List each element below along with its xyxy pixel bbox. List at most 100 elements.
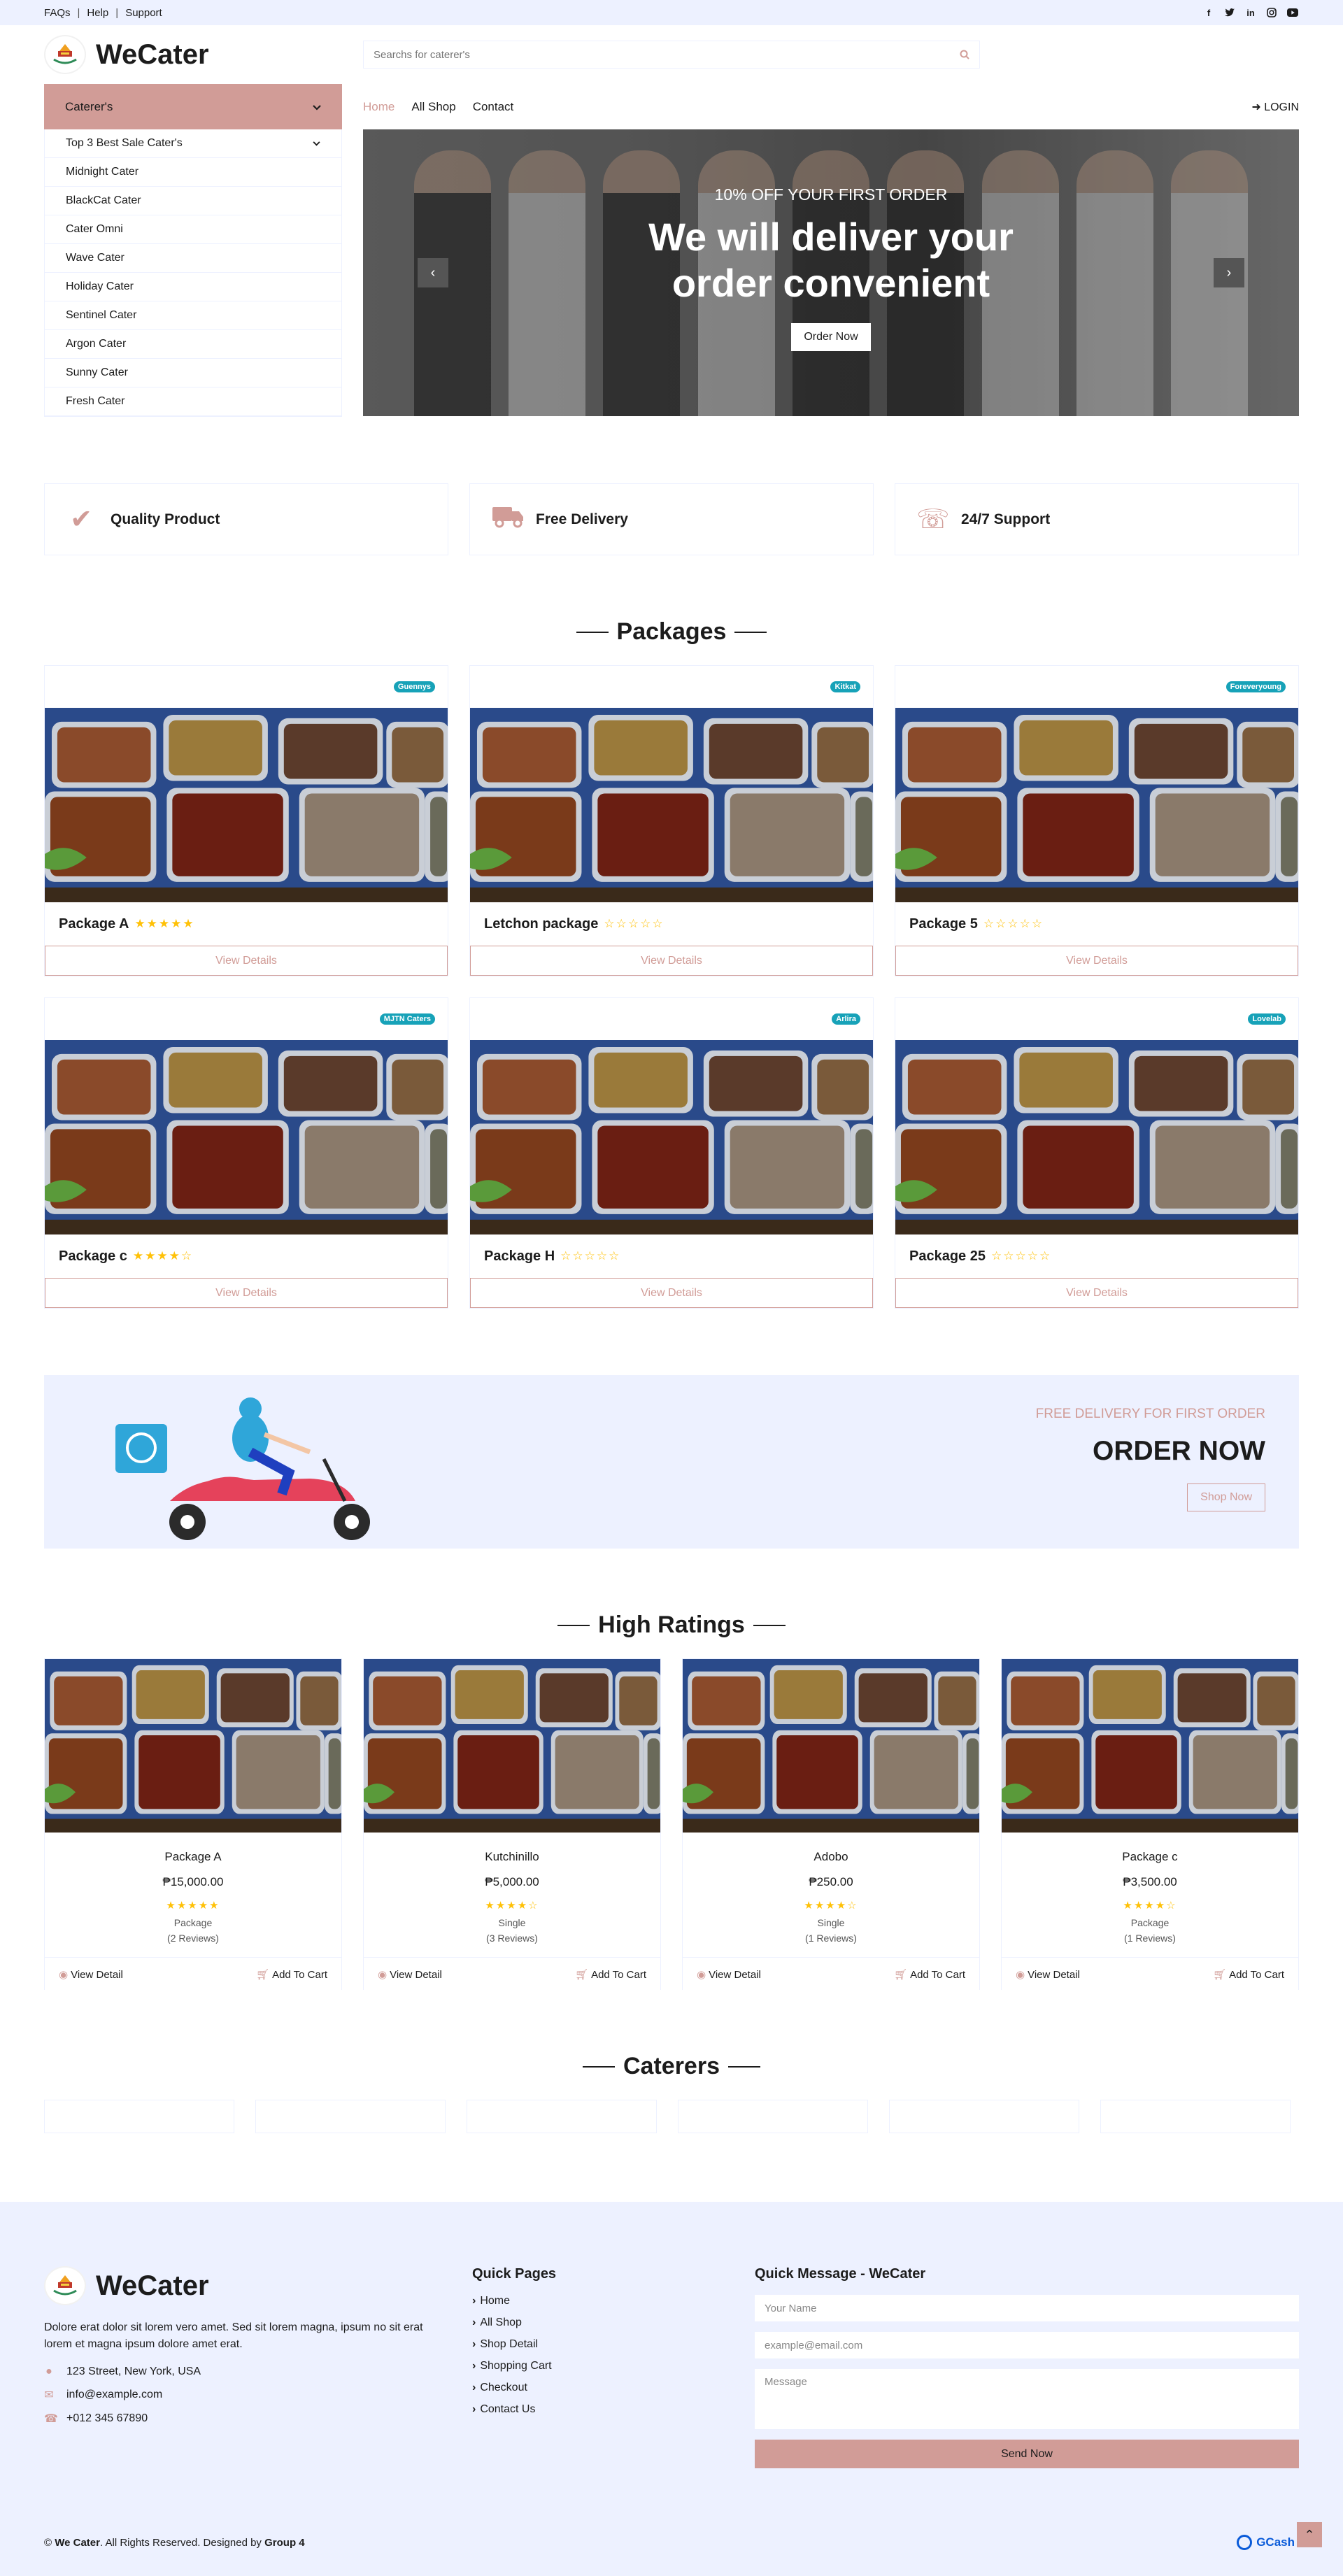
nav-all-shop[interactable]: All Shop bbox=[411, 100, 455, 114]
youtube-icon[interactable] bbox=[1286, 6, 1299, 19]
package-image[interactable] bbox=[45, 707, 448, 903]
star-rating: ★★★★★ bbox=[166, 1900, 220, 1912]
instagram-icon[interactable] bbox=[1265, 6, 1278, 19]
sidebar-item-label: Top 3 Best Sale Cater's bbox=[66, 137, 183, 149]
product-image[interactable] bbox=[45, 1659, 341, 1833]
footer-phone: ☎ +012 345 67890 bbox=[44, 2412, 148, 2425]
message-field[interactable]: Message bbox=[755, 2369, 1299, 2429]
sidebar-item-omni[interactable]: Cater Omni bbox=[45, 215, 341, 244]
footer-brand[interactable]: WeCater bbox=[44, 2266, 472, 2305]
product-image[interactable] bbox=[1002, 1659, 1298, 1833]
footer-link[interactable]: › Shop Detail bbox=[472, 2338, 755, 2351]
carousel-next-icon[interactable]: › bbox=[1214, 258, 1244, 287]
sidebar-item-holiday[interactable]: Holiday Cater bbox=[45, 273, 341, 301]
sidebar-item-sunny[interactable]: Sunny Cater bbox=[45, 359, 341, 387]
carousel-prev-icon[interactable]: ‹ bbox=[418, 258, 448, 287]
caterer-logo-slot[interactable] bbox=[467, 2100, 657, 2133]
view-details-button[interactable]: View Details bbox=[45, 1278, 448, 1308]
brand[interactable]: WeCater bbox=[44, 35, 342, 74]
view-details-button[interactable]: View Details bbox=[45, 946, 448, 976]
package-image[interactable] bbox=[470, 707, 873, 903]
faqs-link[interactable]: FAQs bbox=[44, 7, 71, 19]
package-image[interactable] bbox=[895, 1039, 1298, 1235]
view-detail-button[interactable]: ◉ View Detail bbox=[1016, 1968, 1080, 1981]
footer-link[interactable]: › All Shop bbox=[472, 2317, 755, 2329]
footer-link[interactable]: › Shopping Cart bbox=[472, 2360, 755, 2372]
caterer-logo-slot[interactable] bbox=[889, 2100, 1079, 2133]
product-type: Single bbox=[498, 1917, 526, 1928]
product-actions: ◉ View Detail 🛒︎ Add To Cart bbox=[45, 1957, 341, 1991]
top-bar: FAQs | Help | Support f in bbox=[0, 0, 1343, 25]
add-to-cart-button[interactable]: 🛒︎ Add To Cart bbox=[1213, 1968, 1284, 1981]
package-image[interactable] bbox=[470, 1039, 873, 1235]
sidebar-item-wave[interactable]: Wave Cater bbox=[45, 244, 341, 273]
product-name: Package c bbox=[1122, 1850, 1178, 1863]
login-link[interactable]: ➜ LOGIN bbox=[1251, 100, 1299, 114]
caterer-badge: Lovelab bbox=[1248, 1013, 1286, 1025]
support-link[interactable]: Support bbox=[125, 7, 162, 19]
sidebar-item-argon[interactable]: Argon Cater bbox=[45, 330, 341, 359]
shop-now-button[interactable]: Shop Now bbox=[1187, 1483, 1265, 1511]
sidebar-item-fresh[interactable]: Fresh Cater bbox=[45, 387, 341, 416]
sidebar-item-midnight[interactable]: Midnight Cater bbox=[45, 158, 341, 187]
footer-link[interactable]: › Home bbox=[472, 2295, 755, 2307]
email-field[interactable]: example@email.com bbox=[755, 2332, 1299, 2358]
view-details-button[interactable]: View Details bbox=[895, 946, 1298, 976]
package-name: Package 5 bbox=[909, 916, 978, 932]
copyright: © We Cater. All Rights Reserved. Designe… bbox=[44, 2536, 305, 2549]
caterer-logo-slot[interactable] bbox=[255, 2100, 446, 2133]
add-to-cart-button[interactable]: 🛒︎ Add To Cart bbox=[894, 1968, 965, 1981]
back-to-top-icon[interactable]: ⌃ bbox=[1297, 2522, 1322, 2547]
product-image[interactable] bbox=[683, 1659, 979, 1833]
twitter-icon[interactable] bbox=[1223, 6, 1236, 19]
sidebar-item-top3[interactable]: Top 3 Best Sale Cater's bbox=[45, 129, 341, 158]
caterer-logo-slot[interactable] bbox=[678, 2100, 868, 2133]
search-input[interactable] bbox=[364, 48, 950, 61]
help-link[interactable]: Help bbox=[87, 7, 108, 19]
search-icon[interactable] bbox=[950, 41, 979, 68]
linkedin-icon[interactable]: in bbox=[1244, 6, 1257, 19]
add-to-cart-button[interactable]: 🛒︎ Add To Cart bbox=[575, 1968, 646, 1981]
product-card: Kutchinillo ₱5,000.00 ★★★★☆ Single (3 Review… bbox=[363, 1658, 661, 1991]
nav-home[interactable]: Home bbox=[363, 100, 395, 114]
order-now-button[interactable]: Order Now bbox=[791, 323, 871, 351]
hero-subtitle: 10% OFF YOUR FIRST ORDER bbox=[714, 185, 948, 204]
view-details-button[interactable]: View Details bbox=[895, 1278, 1298, 1308]
caterer-logo-slot[interactable] bbox=[1100, 2100, 1291, 2133]
sidebar-item-label: Holiday Cater bbox=[66, 280, 134, 292]
view-details-button[interactable]: View Details bbox=[470, 946, 873, 976]
product-image[interactable] bbox=[364, 1659, 660, 1833]
product-actions: ◉ View Detail 🛒︎ Add To Cart bbox=[683, 1957, 979, 1991]
view-detail-button[interactable]: ◉ View Detail bbox=[378, 1968, 442, 1981]
packages-title: Packages bbox=[44, 618, 1299, 646]
nav-contact[interactable]: Contact bbox=[473, 100, 514, 114]
review-count: (2 Reviews) bbox=[167, 1933, 219, 1944]
product-type: Package bbox=[1130, 1917, 1170, 1928]
view-details-button[interactable]: View Details bbox=[470, 1278, 873, 1308]
package-name: Letchon package bbox=[484, 916, 599, 932]
view-detail-button[interactable]: ◉ View Detail bbox=[697, 1968, 761, 1981]
view-detail-button[interactable]: ◉ View Detail bbox=[59, 1968, 123, 1981]
sidebar-item-sentinel[interactable]: Sentinel Cater bbox=[45, 301, 341, 330]
footer-about: WeCater Dolore erat dolor sit lorem vero… bbox=[44, 2266, 472, 2468]
package-image[interactable] bbox=[45, 1039, 448, 1235]
caterers-dropdown[interactable]: Caterer's bbox=[44, 84, 342, 129]
eye-icon: ◉ bbox=[59, 1968, 69, 1981]
add-to-cart-button[interactable]: 🛒︎ Add To Cart bbox=[256, 1968, 327, 1981]
caterer-logo-slot[interactable] bbox=[44, 2100, 234, 2133]
facebook-icon[interactable]: f bbox=[1202, 6, 1215, 19]
package-image[interactable] bbox=[895, 707, 1298, 903]
footer-link[interactable]: › Checkout bbox=[472, 2382, 755, 2394]
package-info: Package A ★★★★★ bbox=[45, 902, 448, 946]
sidebar-item-blackcat[interactable]: BlackCat Cater bbox=[45, 187, 341, 215]
footer-link[interactable]: › Contact Us bbox=[472, 2403, 755, 2416]
nav-hero: Caterer's Top 3 Best Sale Cater's Midnig… bbox=[0, 84, 1343, 417]
send-now-button[interactable]: Send Now bbox=[755, 2440, 1299, 2468]
package-info: Package c ★★★★☆ bbox=[45, 1234, 448, 1278]
footer-description: Dolore erat dolor sit lorem vero amet. S… bbox=[44, 2321, 423, 2350]
name-field[interactable]: Your Name bbox=[755, 2295, 1299, 2321]
package-card: Arlira Package H ☆☆☆☆☆ View Details bbox=[469, 997, 874, 1309]
social-links: f in bbox=[1202, 6, 1299, 19]
caterers-section: Caterers bbox=[44, 2053, 1299, 2133]
caterer-badge: Arlira bbox=[832, 1013, 860, 1025]
